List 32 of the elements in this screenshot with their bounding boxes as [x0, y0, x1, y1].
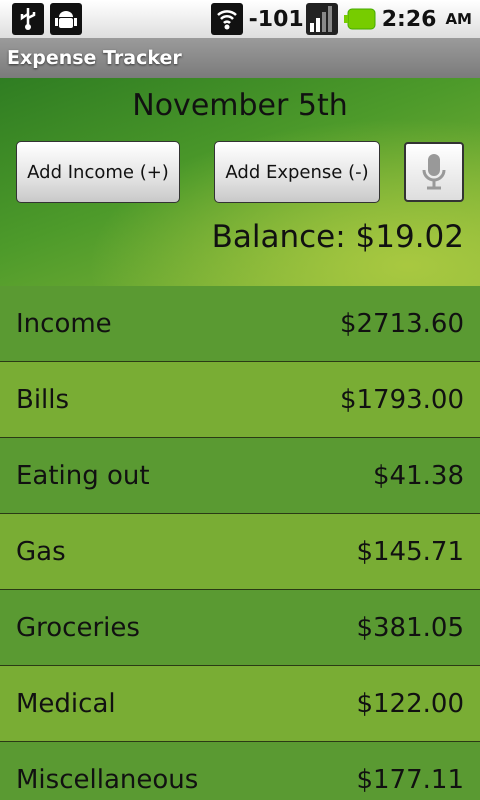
signal-icon [306, 3, 338, 35]
category-amount: $177.11 [356, 764, 464, 794]
window-title: Expense Tracker [7, 47, 182, 69]
clock-time: 2:26 [382, 6, 436, 32]
category-name: Eating out [16, 460, 150, 490]
battery-icon [344, 8, 376, 30]
category-amount: $122.00 [356, 688, 464, 718]
date-heading: November 5th [132, 88, 348, 123]
usb-icon [12, 3, 44, 35]
microphone-icon [421, 152, 447, 192]
category-name: Medical [16, 688, 116, 718]
category-amount: $1793.00 [340, 384, 464, 414]
category-amount: $41.38 [373, 460, 464, 490]
category-row[interactable]: Bills $1793.00 [0, 362, 480, 438]
signal-reading: -101 [248, 6, 304, 32]
microphone-button[interactable] [404, 142, 464, 202]
category-amount: $2713.60 [340, 308, 464, 338]
category-amount: $381.05 [356, 612, 464, 642]
category-name: Income [16, 308, 112, 338]
wifi-icon [210, 3, 243, 35]
android-icon [50, 3, 82, 35]
category-name: Gas [16, 536, 66, 566]
category-row[interactable]: Medical $122.00 [0, 666, 480, 742]
category-name: Miscellaneous [16, 764, 198, 794]
category-name: Bills [16, 384, 70, 414]
add-income-button[interactable]: Add Income (+) [16, 141, 180, 203]
category-amount: $145.71 [356, 536, 464, 566]
clock-meridiem: AM [445, 10, 472, 28]
category-row[interactable]: Gas $145.71 [0, 514, 480, 590]
add-expense-button[interactable]: Add Expense (-) [214, 141, 380, 203]
balance-text: Balance: $19.02 [212, 219, 464, 255]
category-name: Groceries [16, 612, 140, 642]
